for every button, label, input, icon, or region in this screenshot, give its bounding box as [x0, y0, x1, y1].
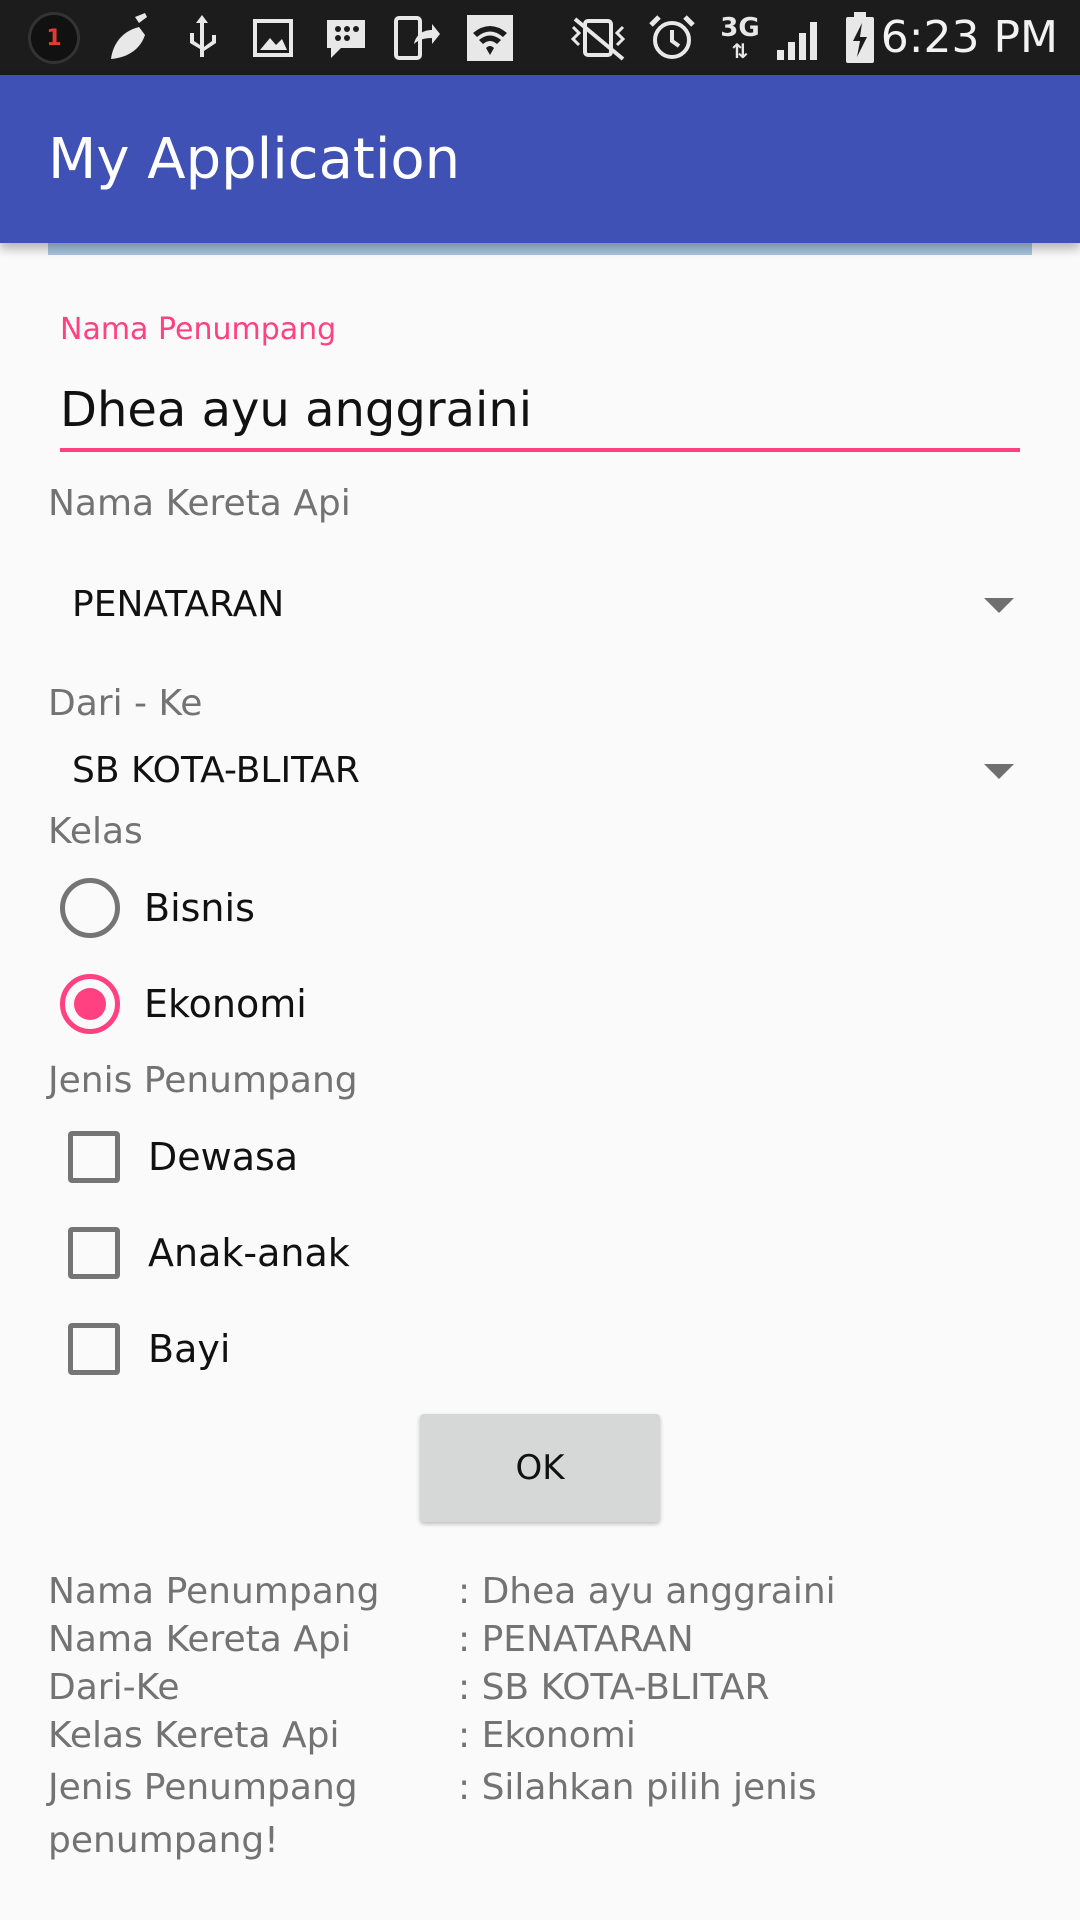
radio-label: Ekonomi — [144, 982, 307, 1026]
alarm-icon — [646, 12, 698, 64]
checkbox-unchecked-icon — [68, 1323, 120, 1375]
train-spinner[interactable]: PENATARAN — [48, 560, 1032, 650]
summary-row: Dari-Ke : SB KOTA-BLITAR — [48, 1664, 1048, 1712]
summary-output: Nama Penumpang : Dhea ayu anggraini Nama… — [48, 1568, 1048, 1866]
network-type-label: 3G — [720, 13, 760, 43]
radio-unchecked-icon — [60, 878, 120, 938]
checkbox-unchecked-icon — [68, 1131, 120, 1183]
summary-key: Nama Penumpang — [48, 1571, 380, 1612]
image-icon — [250, 12, 296, 64]
ok-button[interactable]: OK — [420, 1414, 660, 1522]
vibrate-mute-icon — [562, 12, 634, 64]
passenger-name-input[interactable] — [60, 372, 1020, 452]
class-label: Kelas — [48, 811, 143, 852]
wifi-icon — [464, 12, 516, 64]
summary-key: Kelas Kereta Api — [48, 1715, 340, 1756]
battery-charging-icon — [842, 12, 878, 64]
dropdown-arrow-icon — [984, 598, 1014, 613]
checkbox-label: Bayi — [148, 1327, 231, 1371]
summary-value: : Dhea ayu anggraini — [458, 1571, 836, 1612]
checkbox-unchecked-icon — [68, 1227, 120, 1279]
checkbox-label: Dewasa — [148, 1135, 299, 1179]
radio-bisnis[interactable]: Bisnis — [60, 866, 660, 950]
usb-icon — [180, 12, 224, 64]
summary-value: : Silahkan pilih jenis — [458, 1767, 817, 1808]
summary-key: Nama Kereta Api — [48, 1619, 351, 1660]
train-selected-value: PENATARAN — [72, 584, 285, 625]
passenger-type-label: Jenis Penumpang — [48, 1060, 358, 1101]
radio-label: Bisnis — [144, 886, 255, 930]
train-label: Nama Kereta Api — [48, 483, 351, 524]
summary-value: : SB KOTA-BLITAR — [458, 1667, 770, 1708]
radio-ekonomi[interactable]: Ekonomi — [60, 962, 660, 1046]
cleaner-brush-icon — [104, 12, 160, 64]
header-image-strip — [48, 243, 1032, 255]
summary-value: : Ekonomi — [458, 1715, 636, 1756]
summary-row: Nama Penumpang : Dhea ayu anggraini — [48, 1568, 1048, 1616]
network-type-indicator: 3G ⇅ — [718, 12, 762, 64]
notification-count-icon: 1 — [28, 12, 80, 64]
status-bar: 1 3G ⇅ 6:23 PM — [0, 0, 1080, 75]
summary-value: : PENATARAN — [458, 1619, 694, 1660]
app-title: My Application — [48, 127, 461, 192]
summary-key: Dari-Ke — [48, 1667, 180, 1708]
checkbox-label: Anak-anak — [148, 1231, 350, 1275]
data-arrows-icon: ⇅ — [731, 39, 749, 63]
passenger-name-label: Nama Penumpang — [60, 312, 337, 347]
summary-key: Jenis Penumpang — [48, 1767, 358, 1808]
signal-icon — [774, 12, 826, 64]
checkbox-bayi[interactable]: Bayi — [60, 1307, 660, 1391]
route-spinner[interactable]: SB KOTA-BLITAR — [48, 726, 1032, 816]
dropdown-arrow-icon — [984, 764, 1014, 779]
checkbox-dewasa[interactable]: Dewasa — [60, 1115, 660, 1199]
clock: 6:23 PM — [880, 12, 1058, 63]
summary-wrap-line: penumpang! — [48, 1820, 279, 1861]
radio-checked-icon — [60, 974, 120, 1034]
app-bar: My Application — [0, 75, 1080, 243]
route-selected-value: SB KOTA-BLITAR — [72, 750, 360, 791]
summary-row: Jenis Penumpang : Silahkan pilih jenis — [48, 1760, 1048, 1816]
route-label: Dari - Ke — [48, 683, 203, 724]
summary-row: Kelas Kereta Api : Ekonomi — [48, 1712, 1048, 1760]
summary-row: Nama Kereta Api : PENATARAN — [48, 1616, 1048, 1664]
bbm-icon — [322, 12, 370, 64]
checkbox-anak-anak[interactable]: Anak-anak — [60, 1211, 660, 1295]
screen-share-icon — [392, 12, 442, 64]
